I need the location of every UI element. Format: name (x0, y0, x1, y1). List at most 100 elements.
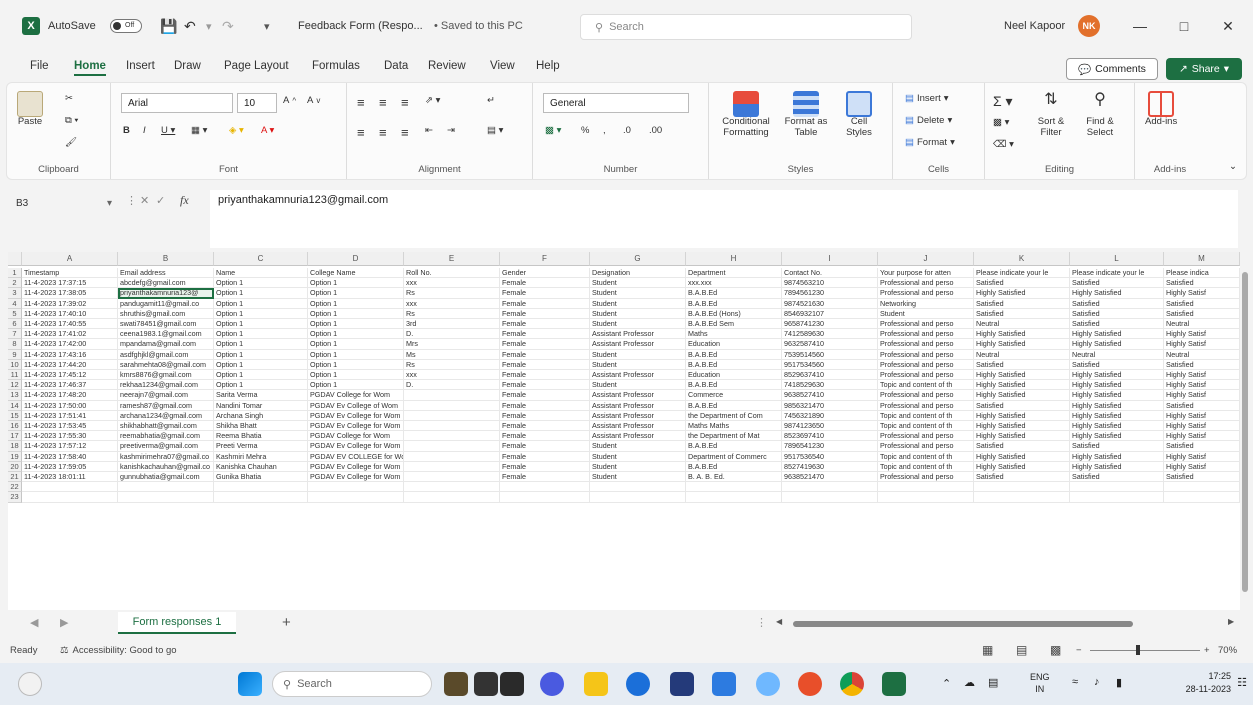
data-cell[interactable]: 9874123650 (782, 421, 878, 432)
data-cell[interactable]: Highly Satisfied (1070, 380, 1164, 391)
chrome-icon[interactable] (840, 672, 864, 696)
empty-cell[interactable] (500, 492, 590, 503)
next-sheet-icon[interactable]: ▶ (60, 616, 68, 629)
format-as-table-button[interactable]: Format as Table (781, 91, 831, 139)
data-cell[interactable]: Highly Satisf (1164, 329, 1240, 340)
row-header[interactable]: 7 (8, 329, 22, 340)
data-cell[interactable]: B. A. B. Ed. (686, 472, 782, 483)
data-cell[interactable]: Female (500, 451, 590, 462)
empty-cell[interactable] (404, 482, 500, 493)
task-view-icon[interactable] (474, 672, 498, 696)
row-header[interactable]: 4 (8, 298, 22, 309)
redo-icon[interactable]: ↷ (222, 16, 234, 36)
taskbar-search[interactable]: ⚲ Search (272, 671, 432, 697)
data-cell[interactable]: Student (590, 359, 686, 370)
column-header-a[interactable]: A (22, 252, 118, 266)
increase-indent-icon[interactable]: ⇥ (447, 125, 455, 136)
percent-icon[interactable]: % (581, 125, 589, 136)
column-header-l[interactable]: L (1070, 252, 1164, 266)
data-cell[interactable]: kashmirimehra07@gmail.co (118, 451, 214, 462)
data-cell[interactable]: Satisfied (1070, 472, 1164, 483)
data-cell[interactable]: PGDAV Ev College for Wom (308, 421, 404, 432)
data-cell[interactable] (404, 410, 500, 421)
data-cell[interactable]: Highly Satisfied (974, 421, 1070, 432)
data-cell[interactable]: 11-4-2023 17:45:12 (22, 370, 118, 381)
data-cell[interactable]: swati78451@gmail.com (118, 319, 214, 330)
data-cell[interactable]: Satisfied (974, 472, 1070, 483)
header-cell[interactable]: Please indicate your le (974, 268, 1070, 279)
show-hidden-icons[interactable]: ⌃ (942, 677, 951, 690)
data-cell[interactable]: Option 1 (214, 319, 308, 330)
data-cell[interactable]: B.A.B.Ed (686, 298, 782, 309)
fill-color-icon[interactable]: ◈ ▾ (229, 125, 244, 136)
empty-cell[interactable] (214, 492, 308, 503)
select-all-corner[interactable] (8, 252, 22, 266)
data-cell[interactable]: Ms (404, 349, 500, 360)
clear-icon[interactable]: ⌫ ▾ (993, 139, 1014, 150)
data-cell[interactable]: 3rd (404, 319, 500, 330)
empty-cell[interactable] (1164, 482, 1240, 493)
file-explorer-icon[interactable] (584, 672, 608, 696)
delete-cells-button[interactable]: ▤ Delete ▾ (905, 115, 952, 126)
data-cell[interactable]: Satisfied (1164, 359, 1240, 370)
wrap-text-icon[interactable]: ↵ (487, 95, 495, 106)
data-cell[interactable]: Highly Satisf (1164, 451, 1240, 462)
data-cell[interactable]: Satisfied (1164, 308, 1240, 319)
data-cell[interactable]: Satisfied (974, 400, 1070, 411)
empty-cell[interactable] (308, 482, 404, 493)
data-cell[interactable]: Highly Satisfied (974, 451, 1070, 462)
data-cell[interactable]: Option 1 (308, 339, 404, 350)
data-cell[interactable]: Female (500, 380, 590, 391)
data-cell[interactable]: Female (500, 431, 590, 442)
row-header[interactable]: 20 (8, 461, 22, 472)
network-tray-icon[interactable]: ▤ (988, 676, 998, 689)
firefox-icon[interactable] (798, 672, 822, 696)
store-icon[interactable] (670, 672, 694, 696)
data-cell[interactable]: Option 1 (214, 278, 308, 289)
header-cell[interactable]: Contact No. (782, 268, 878, 279)
data-cell[interactable]: Female (500, 461, 590, 472)
data-cell[interactable]: Female (500, 298, 590, 309)
cell-styles-button[interactable]: Cell Styles (839, 91, 879, 139)
data-cell[interactable]: 9874563210 (782, 278, 878, 289)
excel-taskbar-icon[interactable] (882, 672, 906, 696)
empty-cell[interactable] (22, 492, 118, 503)
addins-button[interactable]: Add-ins (1145, 91, 1177, 128)
header-cell[interactable]: Email address (118, 268, 214, 279)
menu-file[interactable]: File (30, 60, 49, 72)
empty-cell[interactable] (118, 482, 214, 493)
data-cell[interactable]: Highly Satisf (1164, 380, 1240, 391)
data-cell[interactable]: Education (686, 370, 782, 381)
data-cell[interactable]: Shikha Bhatt (214, 421, 308, 432)
data-cell[interactable]: Student (590, 441, 686, 452)
data-cell[interactable]: Nandini Tomar (214, 400, 308, 411)
row-header[interactable]: 22 (8, 482, 22, 493)
scroll-right-icon[interactable]: ▶ (1228, 617, 1234, 626)
header-cell[interactable]: Roll No. (404, 268, 500, 279)
data-cell[interactable]: 11-4-2023 17:42:00 (22, 339, 118, 350)
data-cell[interactable]: Neutral (974, 319, 1070, 330)
data-cell[interactable]: Highly Satisfied (974, 329, 1070, 340)
empty-cell[interactable] (878, 492, 974, 503)
data-cell[interactable]: 11-4-2023 17:55:30 (22, 431, 118, 442)
data-cell[interactable]: 11-4-2023 17:41:02 (22, 329, 118, 340)
data-cell[interactable]: Assistant Professor (590, 390, 686, 401)
avatar[interactable]: NK (1078, 15, 1100, 37)
data-cell[interactable]: Networking (878, 298, 974, 309)
row-header[interactable]: 11 (8, 370, 22, 381)
header-cell[interactable]: Please indicate your le (1070, 268, 1164, 279)
data-cell[interactable]: Neutral (1164, 349, 1240, 360)
data-cell[interactable]: 7412589630 (782, 329, 878, 340)
data-cell[interactable]: 11-4-2023 17:37:15 (22, 278, 118, 289)
data-cell[interactable]: Female (500, 329, 590, 340)
add-sheet-button[interactable]: + (282, 614, 291, 631)
data-cell[interactable]: Professional and perso (878, 441, 974, 452)
data-cell[interactable]: PGDAV EV COLLEGE for Wom (308, 451, 404, 462)
row-header[interactable]: 8 (8, 339, 22, 350)
clock[interactable]: 17:25 28-11-2023 (1186, 670, 1231, 696)
data-cell[interactable]: Professional and perso (878, 400, 974, 411)
align-left-icon[interactable]: ≡ (357, 125, 365, 140)
cut-icon[interactable]: ✂ (65, 93, 73, 104)
data-cell[interactable]: 7456321890 (782, 410, 878, 421)
data-cell[interactable] (404, 390, 500, 401)
